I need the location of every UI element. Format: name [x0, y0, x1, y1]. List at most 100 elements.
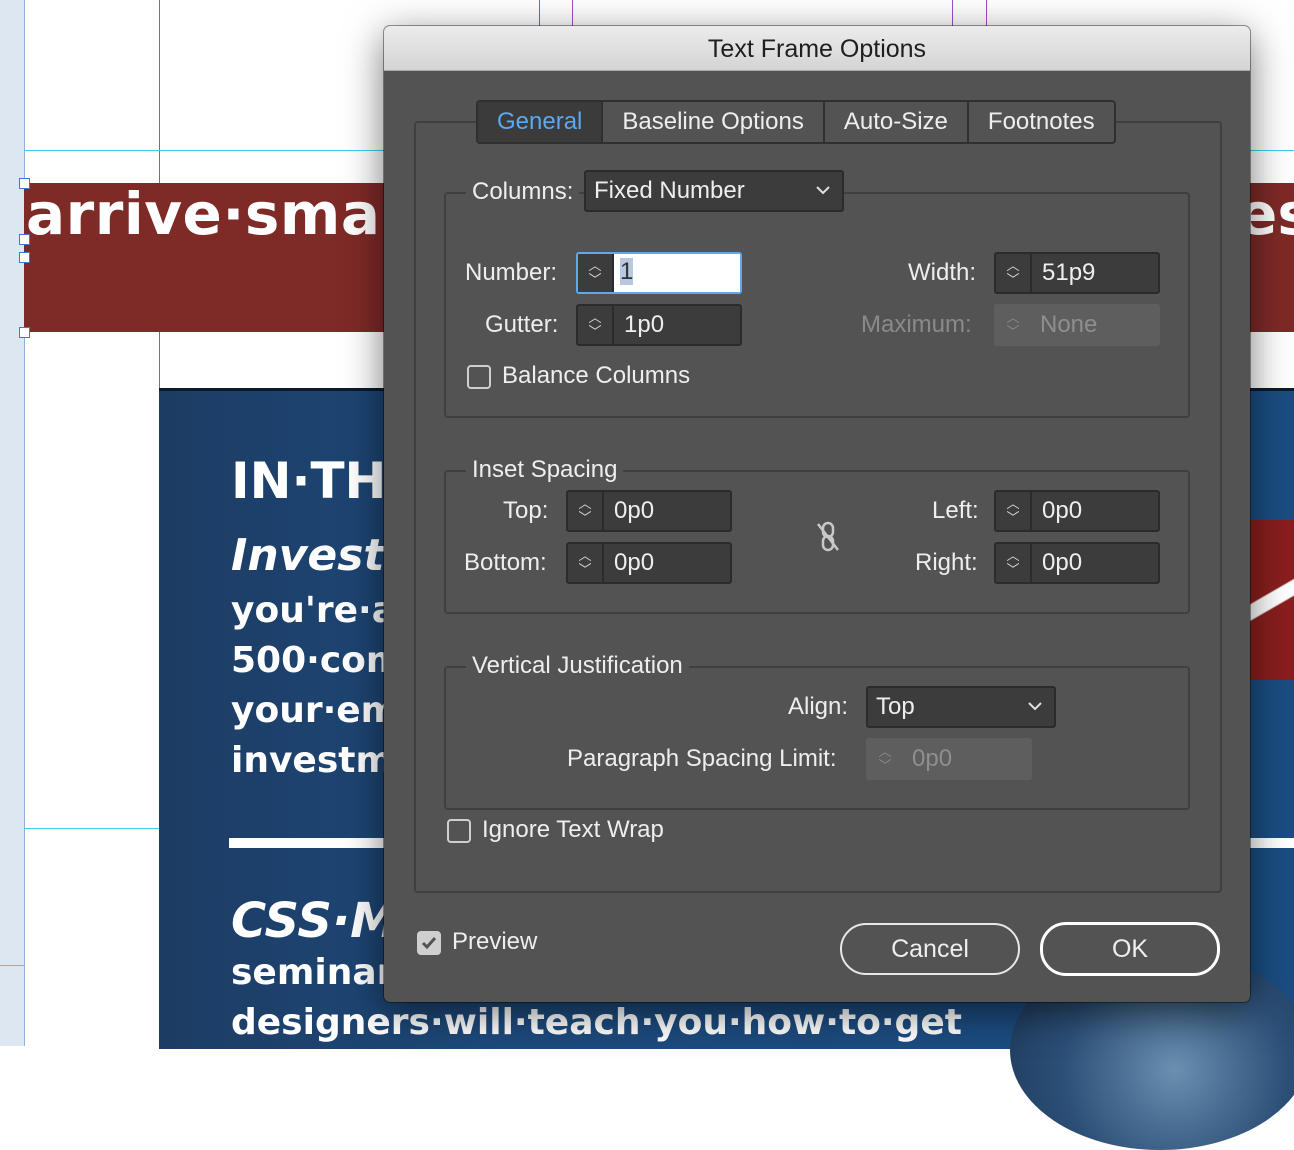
- inset-bottom-value: 0p0: [614, 549, 655, 576]
- stepper-up-icon: ︿: [588, 310, 602, 325]
- inset-left-value: 0p0: [1042, 497, 1083, 524]
- inset-top-label: Top:: [503, 497, 549, 524]
- columns-label: Columns:: [466, 176, 580, 208]
- gutter-label: Gutter:: [485, 311, 559, 338]
- panel-heading-2: CSS·M: [231, 893, 398, 949]
- columns-mode-value: Fixed Number: [594, 177, 745, 204]
- ruler-guide: [0, 965, 24, 966]
- inset-left-stepper[interactable]: ︿ ﹀: [996, 492, 1032, 530]
- number-field[interactable]: ︿ ﹀ 1: [576, 252, 742, 294]
- number-value: 1: [620, 258, 634, 285]
- width-label: Width:: [908, 259, 977, 286]
- panel-body-line: you're·a: [231, 590, 396, 631]
- number-label: Number:: [465, 259, 558, 286]
- tab-auto-size[interactable]: Auto-Size: [825, 102, 969, 142]
- gutter-stepper[interactable]: ︿ ﹀: [578, 306, 614, 344]
- align-select[interactable]: Top: [866, 686, 1056, 728]
- checkmark-icon: [421, 937, 437, 950]
- maximum-stepper: ︿ ﹀: [996, 306, 1030, 344]
- stepper-up-icon: ︿: [1006, 548, 1020, 563]
- stepper-up-icon: ︿: [1006, 496, 1020, 511]
- link-icon[interactable]: [814, 520, 842, 554]
- stepper-down-icon: ﹀: [1006, 562, 1020, 577]
- tab-general[interactable]: General: [478, 102, 604, 142]
- psl-value: 0p0: [912, 745, 953, 772]
- stepper-up-icon: ︿: [878, 744, 892, 759]
- dialog-title: Text Frame Options: [707, 35, 927, 63]
- number-stepper[interactable]: ︿ ﹀: [578, 254, 614, 292]
- inset-top-field[interactable]: ︿ ﹀ 0p0: [566, 490, 732, 532]
- width-stepper[interactable]: ︿ ﹀: [996, 254, 1032, 292]
- number-input[interactable]: 1: [614, 254, 740, 292]
- inset-top-value: 0p0: [614, 497, 655, 524]
- inset-left-field[interactable]: ︿ ﹀ 0p0: [994, 490, 1160, 532]
- stepper-down-icon: ﹀: [588, 324, 602, 339]
- panel-body-line: 500·com: [231, 640, 404, 681]
- align-value: Top: [876, 693, 915, 720]
- inset-right-field[interactable]: ︿ ﹀ 0p0: [994, 542, 1160, 584]
- ignore-text-wrap-checkbox[interactable]: [447, 819, 471, 843]
- stepper-up-icon: ︿: [1006, 310, 1020, 325]
- inset-right-value: 0p0: [1042, 549, 1083, 576]
- balance-columns-label: Balance Columns: [502, 362, 691, 389]
- width-field[interactable]: ︿ ﹀ 51p9: [994, 252, 1160, 294]
- stepper-down-icon: ﹀: [1006, 272, 1020, 287]
- inset-bottom-stepper[interactable]: ︿ ﹀: [568, 544, 604, 582]
- panel-body-line: investm: [231, 740, 393, 781]
- pasteboard: [0, 0, 24, 1046]
- stepper-up-icon: ︿: [1006, 258, 1020, 273]
- balance-columns-checkbox[interactable]: [467, 365, 491, 389]
- maximum-value: None: [1040, 311, 1098, 338]
- stepper-down-icon: ﹀: [1006, 324, 1020, 339]
- panel-body-line: seminar: [231, 952, 395, 993]
- inset-right-label: Right:: [915, 549, 978, 576]
- inset-bottom-label: Bottom:: [464, 549, 547, 576]
- decorative-graphic: [1250, 520, 1294, 680]
- align-label: Align:: [788, 693, 849, 720]
- stepper-down-icon: ﹀: [578, 510, 592, 525]
- vertical-justification-title: Vertical Justification: [466, 650, 689, 682]
- inset-left-label: Left:: [932, 497, 979, 524]
- vertical-justification-group: [444, 666, 1190, 810]
- selection-handle[interactable]: [19, 234, 30, 245]
- maximum-field: ︿ ﹀ None: [994, 304, 1160, 346]
- preview-checkbox[interactable]: [417, 931, 441, 955]
- panel-body-line: your·em: [231, 690, 399, 731]
- page-edge: [24, 0, 25, 1046]
- selection-handle[interactable]: [19, 178, 30, 189]
- inset-top-stepper[interactable]: ︿ ﹀: [568, 492, 604, 530]
- band-headline: arrive·smart: [26, 180, 438, 248]
- preview-label: Preview: [452, 928, 538, 955]
- text-frame-options-dialog: Text Frame Options General Baseline Opti…: [384, 26, 1250, 1002]
- stepper-up-icon: ︿: [588, 258, 602, 273]
- maximum-label: Maximum:: [861, 311, 972, 338]
- stepper-up-icon: ︿: [578, 496, 592, 511]
- columns-mode-select[interactable]: Fixed Number: [584, 170, 844, 212]
- paragraph-spacing-limit-label: Paragraph Spacing Limit:: [567, 745, 837, 772]
- stepper-down-icon: ﹀: [878, 758, 892, 773]
- selection-handle[interactable]: [19, 327, 30, 338]
- stepper-down-icon: ﹀: [588, 272, 602, 287]
- cancel-button[interactable]: Cancel: [840, 923, 1020, 975]
- stepper-down-icon: ﹀: [1006, 510, 1020, 525]
- width-value: 51p9: [1042, 259, 1096, 286]
- inset-bottom-field[interactable]: ︿ ﹀ 0p0: [566, 542, 732, 584]
- panel-body-line: designers·will·teach·you·how·to·get: [231, 1002, 962, 1043]
- ignore-text-wrap-label: Ignore Text Wrap: [482, 816, 664, 843]
- paragraph-spacing-limit-field: ︿ ﹀ 0p0: [866, 738, 1032, 780]
- panel-subheading: Investi: [231, 530, 400, 581]
- tab-baseline-options[interactable]: Baseline Options: [603, 102, 825, 142]
- chevron-down-icon: [1028, 702, 1042, 711]
- tab-footnotes[interactable]: Footnotes: [969, 102, 1114, 142]
- ok-button[interactable]: OK: [1040, 922, 1220, 976]
- chevron-down-icon: [816, 186, 830, 195]
- stepper-up-icon: ︿: [578, 548, 592, 563]
- inset-spacing-title: Inset Spacing: [466, 454, 624, 486]
- gutter-value: 1p0: [624, 311, 665, 338]
- selection-handle[interactable]: [19, 252, 30, 263]
- gutter-field[interactable]: ︿ ﹀ 1p0: [576, 304, 742, 346]
- inset-right-stepper[interactable]: ︿ ﹀: [996, 544, 1032, 582]
- stepper-down-icon: ﹀: [578, 562, 592, 577]
- psl-stepper: ︿ ﹀: [868, 740, 902, 778]
- tab-bar: General Baseline Options Auto-Size Footn…: [476, 100, 1116, 144]
